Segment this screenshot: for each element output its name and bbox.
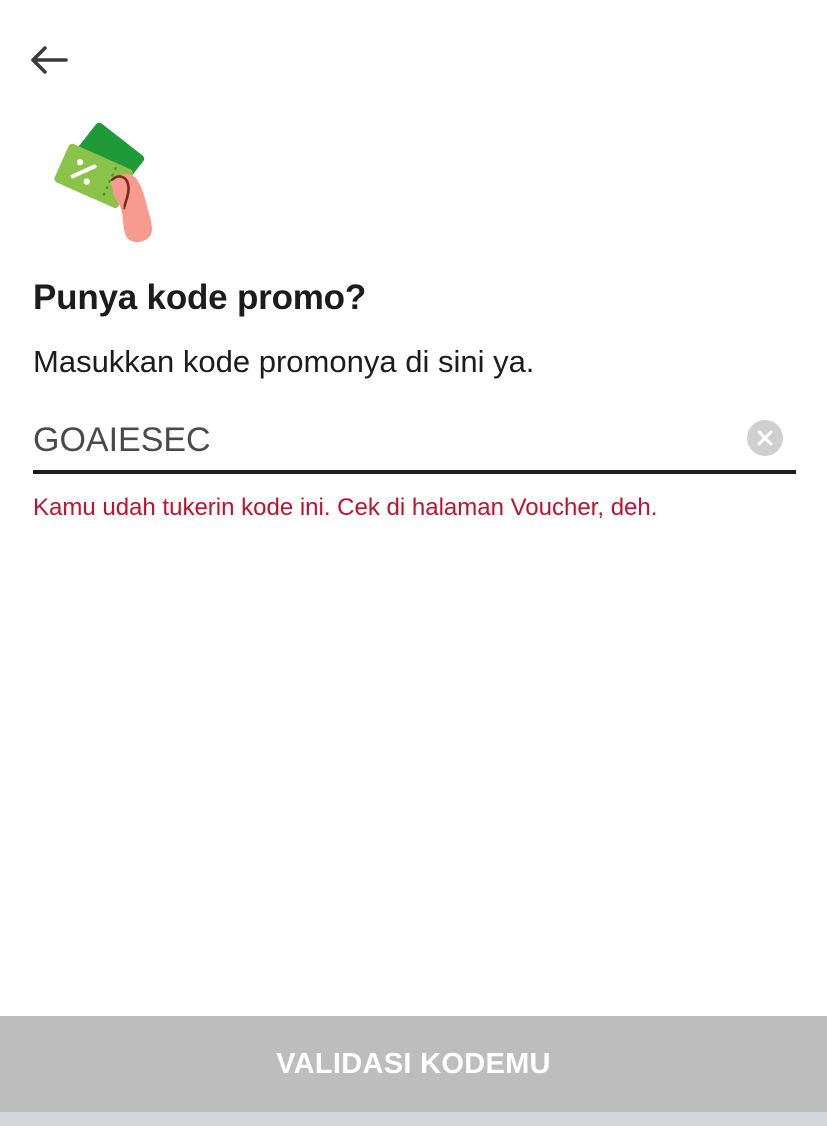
page-title: Punya kode promo? <box>33 278 367 317</box>
close-icon <box>757 430 773 446</box>
clear-input-button[interactable] <box>747 420 783 456</box>
validate-code-button[interactable]: VALIDASI KODEMU <box>0 1016 827 1112</box>
promo-code-screen: Punya kode promo? Masukkan kode promonya… <box>0 0 827 1126</box>
voucher-in-hand-icon <box>54 122 152 242</box>
back-button[interactable] <box>22 36 74 84</box>
voucher-illustration <box>44 116 164 246</box>
validate-code-label: VALIDASI KODEMU <box>276 1047 551 1080</box>
promo-code-input[interactable] <box>33 414 723 466</box>
promo-code-field <box>33 408 796 474</box>
error-message: Kamu udah tukerin kode ini. Cek di halam… <box>33 494 658 521</box>
page-subtitle: Masukkan kode promonya di sini ya. <box>33 344 535 379</box>
bottom-divider <box>0 1112 827 1126</box>
arrow-left-icon <box>31 46 68 74</box>
